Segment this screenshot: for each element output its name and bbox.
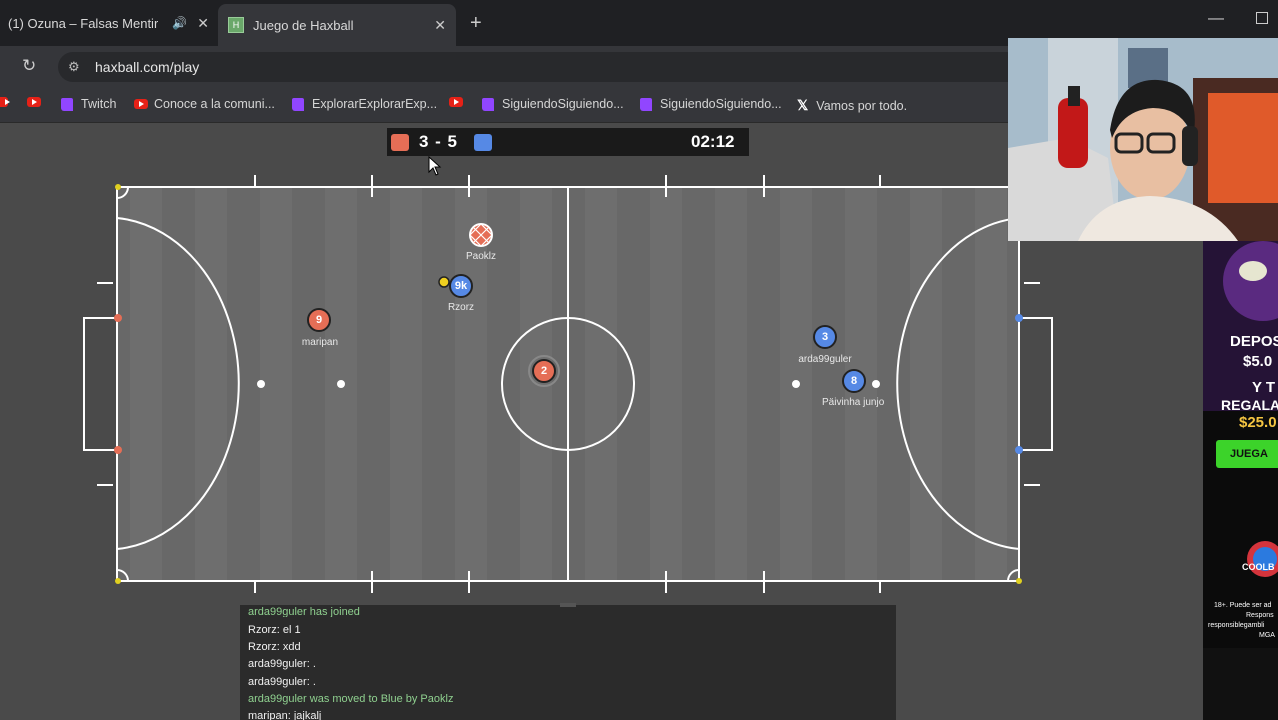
twitch-icon <box>292 97 304 111</box>
penalty-spot-left <box>257 380 265 388</box>
player-number: 3 <box>821 331 829 343</box>
bookmark-twitch[interactable]: Twitch <box>61 97 116 111</box>
ad-disclaimer: MGA <box>1259 632 1275 639</box>
twitch-icon <box>482 97 494 111</box>
restore-icon[interactable] <box>1256 12 1268 24</box>
chat-line: arda99guler: . <box>248 658 316 670</box>
url-text[interactable]: haxball.com/play <box>95 59 199 75</box>
bookmark-conoce[interactable]: Conoce a la comuni... <box>134 97 275 111</box>
reload-icon[interactable]: ↻ <box>22 56 36 76</box>
bookmark-siguiendo-1[interactable]: SiguiendoSiguiendo... <box>482 97 624 111</box>
ad-brand: COOLB <box>1242 562 1275 572</box>
player-number: 2 <box>540 365 548 377</box>
player-name: Paoklz <box>465 251 497 262</box>
youtube-icon <box>27 97 41 107</box>
left-goal <box>83 317 117 451</box>
ad-play-button[interactable]: JUEGA <box>1216 440 1278 468</box>
blue-team-icon <box>474 134 492 151</box>
player-name: arda99guler <box>798 354 852 365</box>
x-icon: 𝕏 <box>797 97 809 113</box>
right-goal <box>1019 317 1053 451</box>
chat-line: maripan: jajkalj <box>248 710 322 720</box>
ad-amount: $5.0 <box>1243 353 1273 370</box>
bookmark-youtube[interactable] <box>27 97 47 107</box>
red-team-icon <box>391 134 409 151</box>
close-icon[interactable]: ✕ <box>197 15 209 32</box>
spot-right <box>792 380 800 388</box>
penalty-spot-right <box>872 380 880 388</box>
post-blue-top <box>1015 314 1023 322</box>
chat-line: arda99guler was moved to Blue by Paoklz <box>248 693 454 705</box>
minimize-icon[interactable]: — <box>1208 10 1224 28</box>
twitch-icon <box>61 97 73 111</box>
tab-title: (1) Ozuna – Falsas Mentiras <box>8 15 158 31</box>
tab-title: Juego de Haxball <box>253 17 354 33</box>
bookmark-youtube-partial[interactable] <box>0 97 14 107</box>
post-red-bottom <box>114 446 122 454</box>
bookmark-x[interactable]: 𝕏 Vamos por todo. <box>797 97 907 114</box>
streamer-webcam-image <box>1008 38 1278 241</box>
post-red-top <box>114 314 122 322</box>
twitch-icon <box>640 97 652 111</box>
ad-disclaimer: responsiblegambli <box>1208 622 1265 629</box>
match-timer: 02:12 <box>691 132 735 151</box>
player-name: Päivinha junjo <box>822 397 885 408</box>
ad-bonus: $25.0 <box>1239 414 1277 431</box>
chat-line: Rzorz: el 1 <box>248 624 301 636</box>
chat-line: Rzorz: xdd <box>248 641 301 653</box>
bookmark-explorar[interactable]: ExplorarExplorarExp... <box>292 97 437 111</box>
chat-resize-handle[interactable] <box>560 603 576 607</box>
ad-text: REGALA <box>1221 397 1278 413</box>
ad-footer <box>1203 648 1278 720</box>
ball <box>438 276 450 288</box>
haxball-favicon-icon: H <box>228 17 244 33</box>
ad-text: Y T <box>1252 379 1276 396</box>
tab-haxball[interactable]: H Juego de Haxball ✕ <box>218 4 456 46</box>
mouse-cursor-icon <box>428 156 442 176</box>
score: 3 - 5 <box>419 132 459 151</box>
new-tab-icon[interactable]: + <box>470 12 482 35</box>
player-name: maripan <box>301 337 339 348</box>
player-name: Rzorz <box>447 302 475 313</box>
chat-line: arda99guler has joined <box>248 606 360 617</box>
speaker-icon[interactable]: 🔊 <box>172 16 187 30</box>
spot-left <box>337 380 345 388</box>
bookmark-youtube-2[interactable] <box>449 97 469 107</box>
player-number: 9 <box>315 314 323 326</box>
player-paoklz <box>469 223 493 247</box>
player-number: 9k <box>454 280 468 292</box>
casino-ad[interactable]: DEPOS $5.0 Y T REGALA $25.0 JUEGA COOLB … <box>1203 241 1278 648</box>
tab-ozuna[interactable]: (1) Ozuna – Falsas Mentiras 🔊 ✕ <box>0 6 223 40</box>
youtube-icon <box>449 97 463 107</box>
ad-disclaimer: 18+. Puede ser ad <box>1214 602 1272 609</box>
youtube-icon <box>0 97 10 107</box>
player-number: 8 <box>850 375 858 387</box>
chat-line: arda99guler: . <box>248 676 316 688</box>
post-blue-bottom <box>1015 446 1023 454</box>
url-field[interactable] <box>58 52 1038 82</box>
site-settings-icon[interactable]: ⚙ <box>68 59 80 75</box>
webcam-overlay <box>1008 38 1278 241</box>
bookmark-siguiendo-2[interactable]: SiguiendoSiguiendo... <box>640 97 782 111</box>
ad-headline: DEPOS <box>1230 333 1278 350</box>
youtube-icon <box>134 99 148 109</box>
ad-disclaimer: Respons <box>1246 612 1274 619</box>
close-icon[interactable]: ✕ <box>434 17 446 34</box>
